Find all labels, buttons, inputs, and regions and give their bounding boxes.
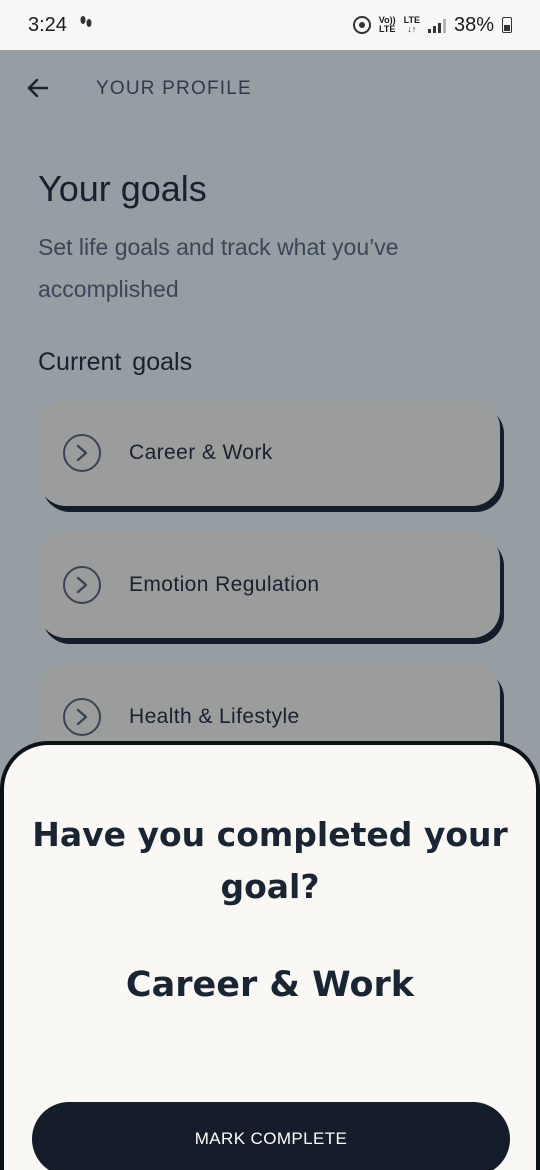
- status-icons: Vo)) LTE LTE ↓↑ 38%: [352, 13, 512, 37]
- app-header: YOUR PROFILE: [0, 50, 540, 128]
- lte-indicator: LTE ↓↑: [403, 15, 420, 34]
- volte-indicator: Vo)) LTE: [378, 15, 396, 34]
- back-arrow-icon[interactable]: [22, 72, 54, 104]
- header-title: YOUR PROFILE: [96, 78, 252, 99]
- goal-label: Emotion Regulation: [129, 573, 320, 596]
- sheet-goal-name: Career & Work: [125, 965, 415, 1005]
- goal-card-career[interactable]: Career & Work: [38, 400, 500, 506]
- mark-complete-button[interactable]: MARK COMPLETE: [32, 1102, 510, 1170]
- hotspot-icon: [352, 16, 371, 34]
- sheet-question: Have you completed your goal?: [32, 815, 508, 906]
- battery-icon: [502, 17, 512, 33]
- signal-icon: [427, 17, 446, 33]
- status-time: 3:24: [28, 13, 67, 36]
- goal-label: Health & Lifestyle: [129, 705, 300, 728]
- current-goals-heading: Current goals: [38, 348, 193, 376]
- chevron-right-circle-icon: [63, 434, 101, 472]
- battery-percent: 38%: [453, 13, 494, 36]
- goal-label: Career & Work: [129, 441, 273, 464]
- step-counter-icon: [79, 14, 93, 36]
- status-bar: 3:24 Vo)) LTE LTE ↓↑ 38%: [0, 0, 540, 50]
- chevron-right-circle-icon: [63, 698, 101, 736]
- goal-card-emotion[interactable]: Emotion Regulation: [38, 532, 500, 638]
- page-title: Your goals: [38, 168, 207, 209]
- complete-goal-sheet: Have you completed your goal? Career & W…: [0, 741, 540, 1170]
- chevron-right-circle-icon: [63, 566, 101, 604]
- page-description: Set life goals and track what you’ve acc…: [38, 234, 399, 302]
